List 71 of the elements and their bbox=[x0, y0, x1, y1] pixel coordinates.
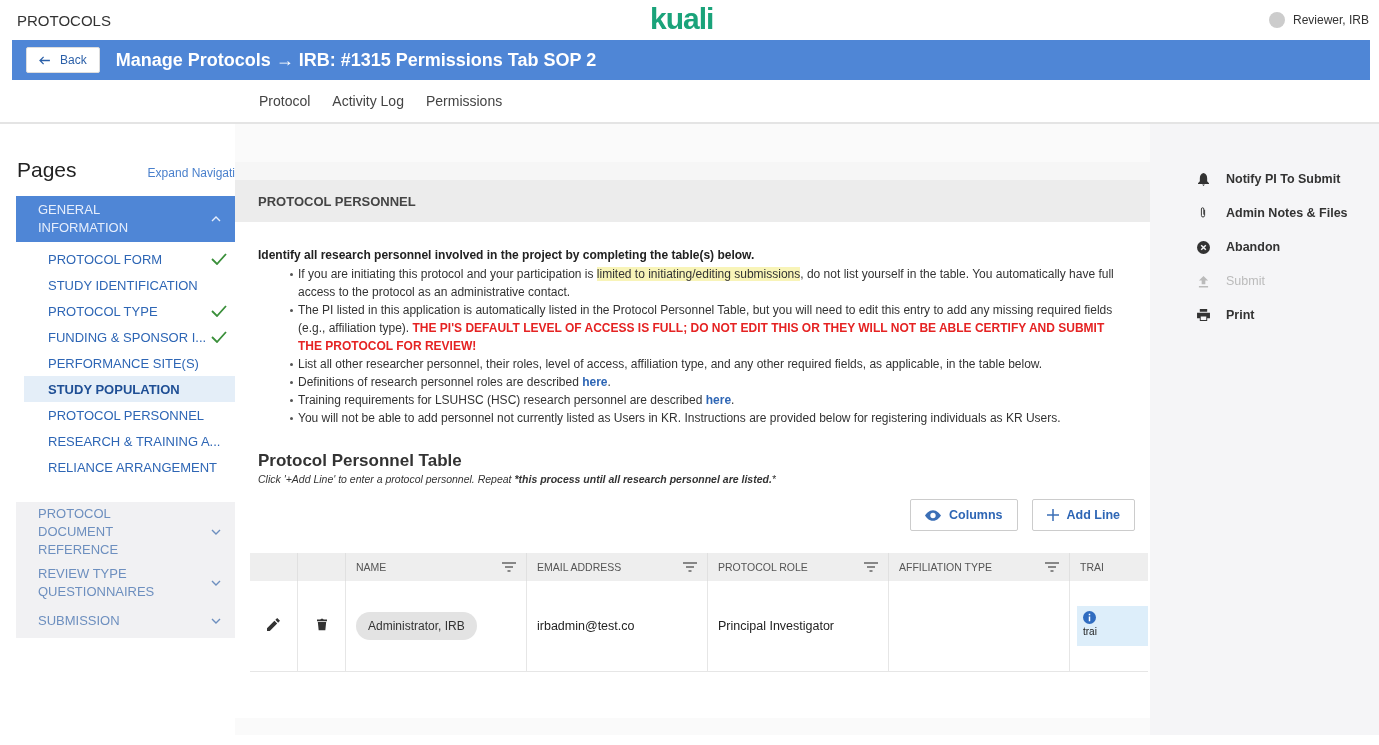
add-line-button[interactable]: Add Line bbox=[1031, 499, 1135, 531]
nav-item[interactable]: PROTOCOL TYPE bbox=[24, 298, 235, 324]
info-icon bbox=[1083, 611, 1096, 624]
chevron-icon bbox=[211, 529, 221, 535]
here-link[interactable]: here bbox=[582, 375, 608, 389]
nav-item[interactable]: PROTOCOL PERSONNEL bbox=[24, 402, 235, 428]
printer-icon bbox=[1196, 309, 1210, 321]
delete-icon[interactable] bbox=[316, 618, 327, 631]
paperclip-icon bbox=[1199, 206, 1207, 220]
nav-item[interactable]: STUDY IDENTIFICATION bbox=[24, 272, 235, 298]
column-header: NAME bbox=[356, 561, 387, 573]
chevron-icon bbox=[211, 618, 221, 624]
bullet-text: The PI listed in this application is automatically listed in the Protocol Personnel Table, but you will need to edit this entry to add any missing required fields (e.g., affiliation type). THE PI'S DEFAULT LEVEL OF ACCESS IS FULL; DO NOT EDIT THIS OR THEY WILL NOT BE ABLE CERTIFY AND SUBMIT THE PROTOCOL FOR REVIEW! bbox=[288, 301, 1128, 355]
edit-icon[interactable] bbox=[267, 618, 280, 631]
table-hint: Click '+Add Line' to enter a protocol personnel. Repeat *this process until all research personnel are listed.* bbox=[258, 473, 777, 485]
bullet-text: Definitions of research personnel roles are described here. bbox=[288, 373, 1128, 391]
column-header: PROTOCOL ROLE bbox=[718, 561, 808, 573]
columns-button[interactable]: Columns bbox=[910, 499, 1018, 531]
eye-icon bbox=[925, 509, 942, 521]
section-label: SUBMISSION bbox=[38, 612, 121, 630]
intro-text: Identify all research personnel involved in the project by completing the table(s) below. bbox=[258, 248, 756, 262]
section-heading: PROTOCOL PERSONNEL bbox=[258, 193, 416, 209]
app-name: PROTOCOLS bbox=[17, 11, 111, 29]
column-header: EMAIL ADDRESS bbox=[537, 561, 622, 573]
action-item[interactable]: Abandon bbox=[1196, 230, 1379, 264]
filter-icon[interactable] bbox=[683, 562, 697, 572]
nav-item[interactable]: STUDY POPULATION bbox=[24, 376, 235, 402]
upload-icon bbox=[1197, 274, 1209, 288]
section-label: REVIEW TYPE QUESTIONNAIRES bbox=[38, 565, 156, 601]
avatar-icon bbox=[1268, 12, 1285, 28]
filter-icon[interactable] bbox=[1045, 562, 1059, 572]
filter-icon[interactable] bbox=[864, 562, 878, 572]
bullet-text: List all other researcher personnel, their roles, level of access, affiliation type, and any other required fields, as applicable, in the table below. bbox=[288, 355, 1128, 373]
bullet-text: Training requirements for LSUHSC (HSC) research personnel are described here. bbox=[288, 391, 1128, 409]
chevron-icon bbox=[211, 580, 221, 586]
section-label: GENERAL INFORMATION bbox=[38, 201, 130, 237]
table-cell: Principal Investigator bbox=[718, 619, 835, 633]
tab[interactable]: Protocol bbox=[259, 93, 311, 109]
nav-section-header[interactable]: GENERAL INFORMATION bbox=[16, 196, 235, 242]
nav-section-header[interactable]: SUBMISSION bbox=[16, 604, 235, 638]
expand-navigation-link[interactable]: Expand Navigati bbox=[147, 166, 235, 180]
logo: kuali bbox=[650, 2, 714, 36]
chevron-icon bbox=[211, 216, 221, 222]
action-item[interactable]: Notify PI To Submit bbox=[1196, 162, 1379, 196]
plus-icon bbox=[1046, 509, 1059, 521]
table-title: Protocol Personnel Table bbox=[258, 451, 463, 471]
training-note: trai bbox=[1077, 606, 1148, 646]
page-title: Manage Protocols → IRB: #1315 Permissions Tab SOP 2 bbox=[115, 49, 597, 71]
sidebar-title: Pages bbox=[17, 158, 77, 182]
person-chip: Administrator, IRB bbox=[356, 612, 477, 640]
action-item[interactable]: Admin Notes & Files bbox=[1196, 196, 1379, 230]
nav-item[interactable]: PERFORMANCE SITE(S) bbox=[24, 350, 235, 376]
nav-item[interactable]: RESEARCH & TRAINING A... bbox=[24, 428, 235, 454]
tab[interactable]: Permissions bbox=[425, 93, 503, 109]
nav-item[interactable]: FUNDING & SPONSOR I... bbox=[24, 324, 235, 350]
bullet-text: If you are initiating this protocol and your participation is limited to initiating/editing submissions, do not list yourself in the table. You automatically have full access to the protocol as an administrative contact. bbox=[288, 265, 1128, 301]
tab[interactable]: Activity Log bbox=[332, 93, 404, 109]
nav-item[interactable]: PROTOCOL FORM bbox=[24, 246, 235, 272]
table-cell: irbadmin@test.co bbox=[537, 619, 635, 633]
section-label: PROTOCOL DOCUMENT REFERENCE bbox=[38, 505, 120, 559]
column-header: AFFILIATION TYPE bbox=[899, 561, 992, 573]
column-header: TRAI bbox=[1080, 561, 1104, 573]
bullet-text: You will not be able to add personnel not currently listed as Users in KR. Instructions are provided below for registering individuals as KR Users. bbox=[288, 409, 1128, 427]
cancel-icon bbox=[1196, 240, 1210, 254]
bell-icon bbox=[1197, 172, 1209, 186]
back-arrow-icon bbox=[39, 55, 50, 65]
action-item[interactable]: Print bbox=[1196, 298, 1379, 332]
back-button[interactable]: Back bbox=[26, 47, 100, 73]
user-name[interactable]: Reviewer, IRB bbox=[1292, 13, 1369, 27]
filter-icon[interactable] bbox=[502, 562, 516, 572]
nav-item[interactable]: RELIANCE ARRANGEMENT bbox=[24, 454, 235, 480]
